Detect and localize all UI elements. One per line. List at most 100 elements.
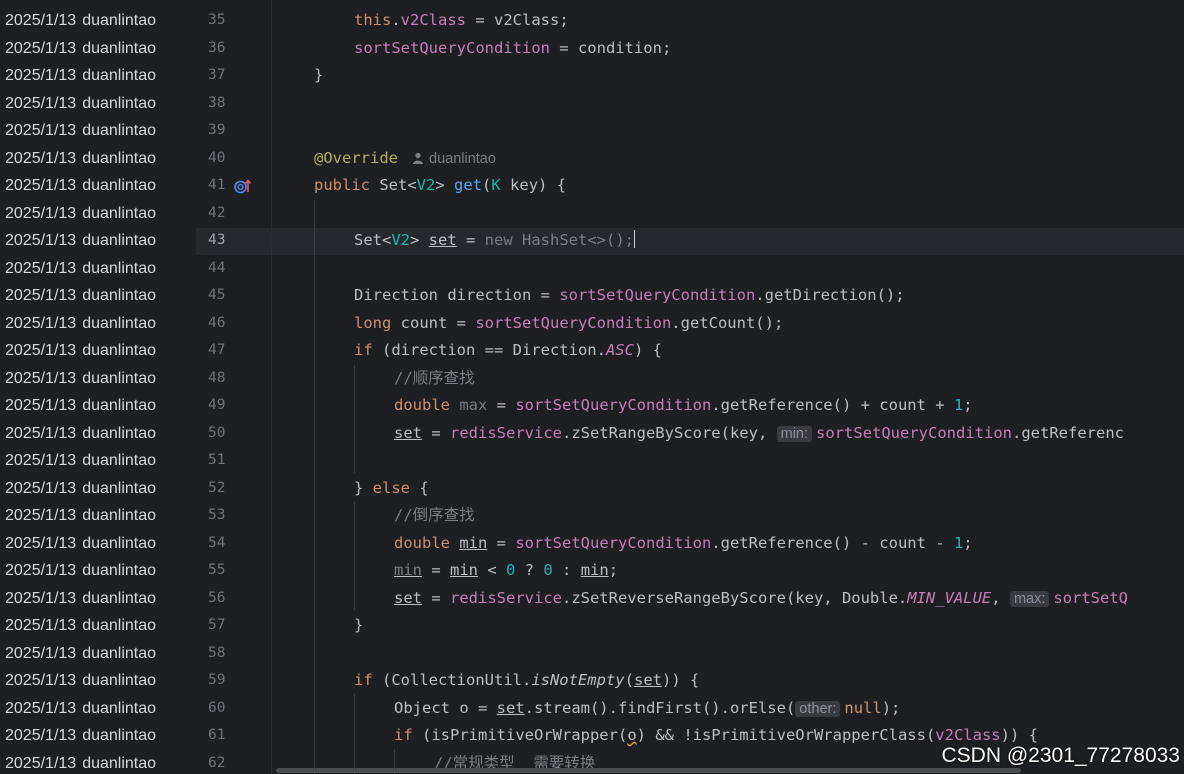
line-number[interactable]: 53 (196, 502, 271, 530)
line-number[interactable]: 59 (196, 667, 271, 695)
blame-row[interactable]: 2025/1/13 duanlintao (0, 667, 196, 695)
blame-row[interactable]: 2025/1/13 duanlintao (0, 640, 196, 668)
blame-row[interactable]: 2025/1/13 duanlintao (0, 750, 196, 774)
line-number[interactable]: 52 (196, 475, 271, 503)
code-line-40[interactable]: @Override duanlintao (272, 145, 1184, 173)
blame-row[interactable]: 2025/1/13 duanlintao (0, 447, 196, 475)
code-line-58[interactable] (272, 640, 1184, 668)
blame-row[interactable]: 2025/1/13 duanlintao (0, 557, 196, 585)
blame-row[interactable]: 2025/1/13 duanlintao (0, 172, 196, 200)
blame-row[interactable]: 2025/1/13 duanlintao (0, 200, 196, 228)
blame-row[interactable]: 2025/1/13 duanlintao (0, 392, 196, 420)
line-number[interactable]: 49 (196, 392, 271, 420)
code-line-56[interactable]: set = redisService.zSetReverseRangeBySco… (272, 585, 1184, 613)
blame-row[interactable]: 2025/1/13 duanlintao (0, 7, 196, 35)
blame-row[interactable]: 2025/1/13 duanlintao (0, 585, 196, 613)
line-number[interactable]: 58 (196, 640, 271, 668)
code-line-49[interactable]: double max = sortSetQueryCondition.getRe… (272, 392, 1184, 420)
blame-row[interactable]: 2025/1/13 duanlintao (0, 62, 196, 90)
blame-row[interactable]: 2025/1/13 duanlintao (0, 502, 196, 530)
code-line-36[interactable]: sortSetQueryCondition = condition; (272, 35, 1184, 63)
blame-row[interactable]: 2025/1/13 duanlintao (0, 117, 196, 145)
line-number[interactable]: 56 (196, 585, 271, 613)
code-editor[interactable]: 2025/1/13 duanlintao 2025/1/13 duanlintao … (0, 0, 1184, 774)
blame-row[interactable]: 2025/1/13 duanlintao (0, 282, 196, 310)
code-line-37[interactable]: } (272, 62, 1184, 90)
line-number[interactable]: 54 (196, 530, 271, 558)
blame-row[interactable]: 2025/1/13 duanlintao (0, 337, 196, 365)
line-number[interactable]: 46 (196, 310, 271, 338)
blame-date: 2025/1/13 (5, 589, 77, 607)
blame-author: duanlintao (82, 699, 157, 717)
code-line-45[interactable]: Direction direction = sortSetQueryCondit… (272, 282, 1184, 310)
line-number[interactable]: 37 (196, 62, 271, 90)
override-implements-icon[interactable] (234, 178, 252, 194)
blame-row[interactable]: 2025/1/13 duanlintao (0, 695, 196, 723)
line-number-current[interactable]: 43 (196, 227, 271, 255)
line-number[interactable]: 47 (196, 337, 271, 365)
code-line-60[interactable]: Object o = set.stream().findFirst().orEl… (272, 695, 1184, 723)
static-method: isNotEmpty (531, 671, 625, 689)
blame-row[interactable]: 2025/1/13 duanlintao (0, 310, 196, 338)
blame-row[interactable]: 2025/1/13 duanlintao (0, 145, 196, 173)
code-line-39[interactable] (272, 117, 1184, 145)
line-number[interactable]: 35 (196, 7, 271, 35)
line-number[interactable]: 60 (196, 695, 271, 723)
code-line-38[interactable] (272, 90, 1184, 118)
blame-row[interactable]: 2025/1/13 duanlintao (0, 475, 196, 503)
code-area[interactable]: this.v2Class = v2Class; sortSetQueryCond… (272, 0, 1184, 774)
author-inlay-hint[interactable]: duanlintao (412, 151, 496, 167)
code-line-53[interactable]: //倒序查找 (272, 502, 1184, 530)
code-line-35[interactable]: this.v2Class = v2Class; (272, 7, 1184, 35)
blame-author: duanlintao (82, 534, 157, 552)
code-line-50[interactable]: set = redisService.zSetRangeByScore(key,… (272, 420, 1184, 448)
code-line-55[interactable]: min = min < 0 ? 0 : min; (272, 557, 1184, 585)
blame-row[interactable]: 2025/1/13 duanlintao (0, 90, 196, 118)
line-number[interactable]: 50 (196, 420, 271, 448)
code-line-57[interactable]: } (272, 612, 1184, 640)
code-text: { (410, 478, 429, 497)
line-number[interactable]: 55 (196, 557, 271, 585)
blame-row[interactable]: 2025/1/13 duanlintao (0, 227, 196, 255)
code-line-42[interactable] (272, 200, 1184, 228)
field-ref: v2Class (400, 11, 466, 29)
line-number[interactable]: 61 (196, 722, 271, 750)
line-number[interactable]: 44 (196, 255, 271, 283)
git-blame-annotations[interactable]: 2025/1/13 duanlintao 2025/1/13 duanlintao … (0, 0, 196, 774)
line-number[interactable]: 51 (196, 447, 271, 475)
code-line-47[interactable]: if (direction == Direction.ASC) { (272, 337, 1184, 365)
blame-row[interactable]: 2025/1/13 duanlintao (0, 420, 196, 448)
code-line-51[interactable] (272, 447, 1184, 475)
code-line-54[interactable]: double min = sortSetQueryCondition.getRe… (272, 530, 1184, 558)
code-line-44[interactable] (272, 255, 1184, 283)
line-number[interactable]: 42 (196, 200, 271, 228)
code-line-43[interactable]: Set<V2> set = new HashSet<>(); (272, 227, 1184, 255)
line-number-text: 51 (208, 452, 226, 468)
code-line-52[interactable]: } else { (272, 475, 1184, 503)
line-number[interactable]: 40 (196, 145, 271, 173)
blame-row[interactable]: 2025/1/13 duanlintao (0, 35, 196, 63)
line-number[interactable]: 45 (196, 282, 271, 310)
code-line-41[interactable]: public Set<V2> get(K key) { (272, 172, 1184, 200)
line-number[interactable]: 39 (196, 117, 271, 145)
blame-date: 2025/1/13 (5, 39, 77, 57)
code-line-46[interactable]: long count = sortSetQueryCondition.getCo… (272, 310, 1184, 338)
line-number-gutter[interactable]: 35 36 37 38 39 40 41 42 43 44 45 46 47 4… (196, 0, 271, 774)
code-line-59[interactable]: if (CollectionUtil.isNotEmpty(set)) { (272, 667, 1184, 695)
blame-row[interactable]: 2025/1/13 duanlintao (0, 722, 196, 750)
code-line-48[interactable]: //顺序查找 (272, 365, 1184, 393)
line-number[interactable]: 38 (196, 90, 271, 118)
blame-row[interactable]: 2025/1/13 duanlintao (0, 255, 196, 283)
scrollbar-thumb[interactable] (276, 768, 1021, 773)
line-number[interactable]: 57 (196, 612, 271, 640)
line-number[interactable]: 36 (196, 35, 271, 63)
line-number[interactable]: 62 (196, 750, 271, 774)
horizontal-scrollbar[interactable] (272, 767, 1184, 774)
blame-row[interactable]: 2025/1/13 duanlintao (0, 365, 196, 393)
comment: //倒序查找 (394, 506, 475, 524)
line-number[interactable]: 41 (196, 172, 271, 200)
blame-row[interactable]: 2025/1/13 duanlintao (0, 612, 196, 640)
line-number[interactable]: 48 (196, 365, 271, 393)
blame-row[interactable]: 2025/1/13 duanlintao (0, 530, 196, 558)
code-text: )) { (1000, 726, 1038, 744)
